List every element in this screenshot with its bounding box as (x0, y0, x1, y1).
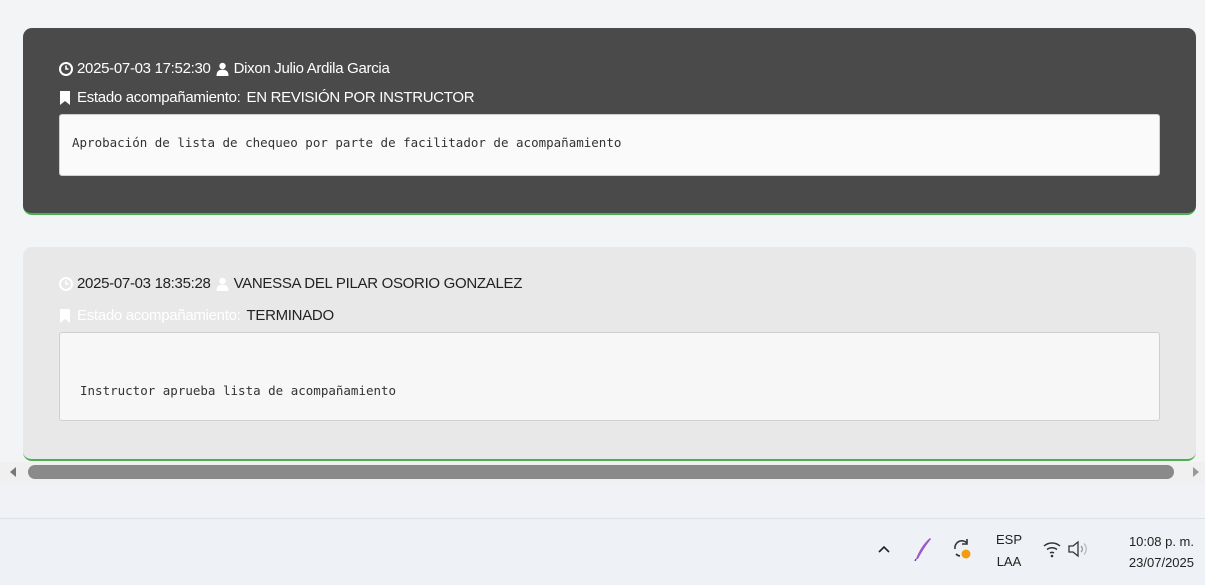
entry-meta: 2025-07-03 17:52:30 Dixon Julio Ardila G… (59, 60, 390, 77)
system-clock[interactable]: 10:08 p. m. 23/07/2025 (1094, 531, 1194, 573)
entry-user: VANESSA DEL PILAR OSORIO GONZALEZ (233, 275, 523, 292)
volume-icon[interactable] (1066, 539, 1090, 559)
entry-status: Estado acompañamiento: EN REVISIÓN POR I… (59, 89, 475, 106)
entry-comment: Instructor aprueba lista de acompañamien… (59, 332, 1160, 421)
entry-timestamp: 2025-07-03 18:35:28 (77, 275, 211, 292)
language-indicator[interactable]: ESP LAA (993, 529, 1025, 573)
language-primary: ESP (995, 532, 1022, 547)
clock-icon (59, 61, 73, 76)
language-secondary: LAA (996, 554, 1022, 569)
status-label: Estado acompañamiento: (77, 89, 241, 106)
entry-comment: Aprobación de lista de chequeo por parte… (59, 114, 1160, 176)
user-icon (216, 277, 230, 291)
bookmark-icon (59, 308, 73, 323)
entry-meta: 2025-07-03 18:35:28 VANESSA DEL PILAR OS… (59, 275, 522, 292)
history-panel: 2025-07-03 17:52:30 Dixon Julio Ardila G… (0, 0, 1205, 462)
history-entry: 2025-07-03 18:35:28 VANESSA DEL PILAR OS… (23, 247, 1196, 461)
clock-time: 10:08 p. m. (1128, 534, 1194, 549)
entry-status: Estado acompañamiento: TERMINADO (59, 307, 334, 324)
scroll-left-arrow[interactable] (10, 467, 16, 477)
status-label: Estado acompañamiento: (77, 307, 241, 324)
sync-icon[interactable] (950, 536, 974, 562)
chevron-up-icon[interactable] (876, 541, 892, 557)
status-value: EN REVISIÓN POR INSTRUCTOR (246, 89, 475, 106)
history-entry: 2025-07-03 17:52:30 Dixon Julio Ardila G… (23, 28, 1196, 215)
bookmark-icon (59, 90, 73, 105)
status-value: TERMINADO (246, 307, 335, 324)
user-icon (216, 62, 230, 76)
clock-icon (59, 276, 73, 291)
scroll-thumb[interactable] (28, 465, 1174, 479)
entry-user: Dixon Julio Ardila Garcia (233, 60, 390, 77)
page-bottom-area (0, 483, 1205, 518)
entry-timestamp: 2025-07-03 17:52:30 (77, 60, 211, 77)
horizontal-scrollbar[interactable] (0, 462, 1205, 483)
wifi-icon[interactable] (1041, 539, 1063, 559)
scroll-right-arrow[interactable] (1193, 467, 1199, 477)
taskbar: ESP LAA 10:08 p. m. 23/07/2025 (0, 518, 1205, 585)
pen-icon[interactable] (912, 536, 934, 562)
clock-date: 23/07/2025 (1128, 555, 1194, 570)
